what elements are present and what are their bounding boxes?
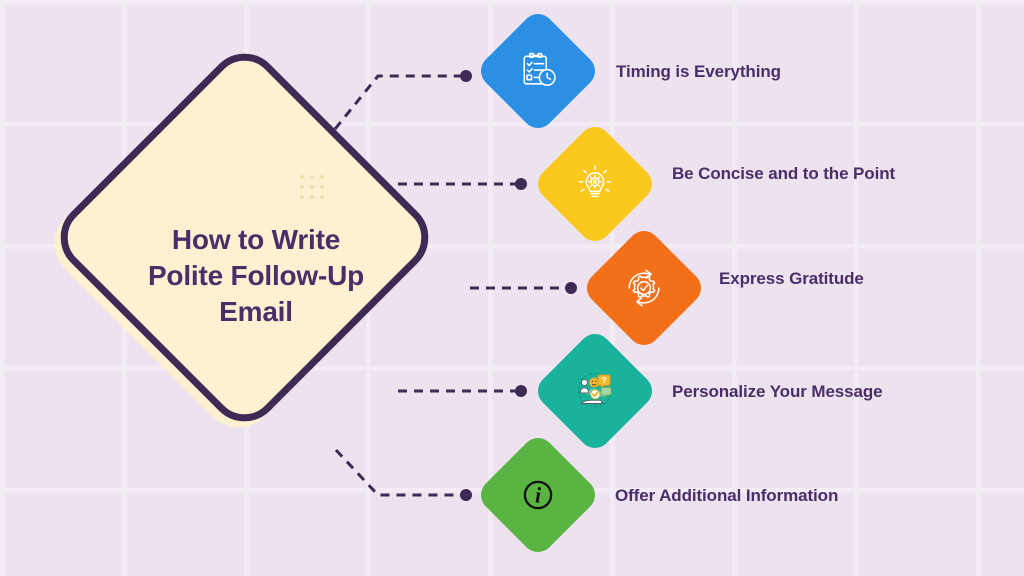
gear-check-refresh-icon [617, 261, 671, 315]
item-label-2: Be Concise and to the Point [672, 164, 896, 183]
item-label-5: Offer Additional Information [615, 486, 839, 505]
info-circle-icon: i [511, 468, 565, 522]
svg-text:i: i [535, 483, 541, 507]
item-label-1: Timing is Everything [616, 62, 781, 81]
infographic-canvas: How to Write Polite Follow-Up Email Timi… [0, 0, 1024, 576]
hero-title-line-3: Email [219, 296, 293, 327]
svg-text:?: ? [601, 375, 606, 385]
people-feedback-icon: ? [568, 364, 622, 418]
hero-title-line-1: How to Write [171, 224, 341, 255]
hero-title-line-2: Polite Follow-Up [147, 260, 365, 291]
item-label-4: Personalize Your Message [672, 382, 883, 401]
clipboard-clock-icon [511, 44, 565, 98]
item-label-3: Express Gratitude [719, 269, 864, 288]
dot-grid-icon [300, 175, 326, 201]
lightbulb-gear-icon [568, 157, 622, 211]
page-title: How to Write Polite Follow-Up Email [128, 222, 384, 330]
